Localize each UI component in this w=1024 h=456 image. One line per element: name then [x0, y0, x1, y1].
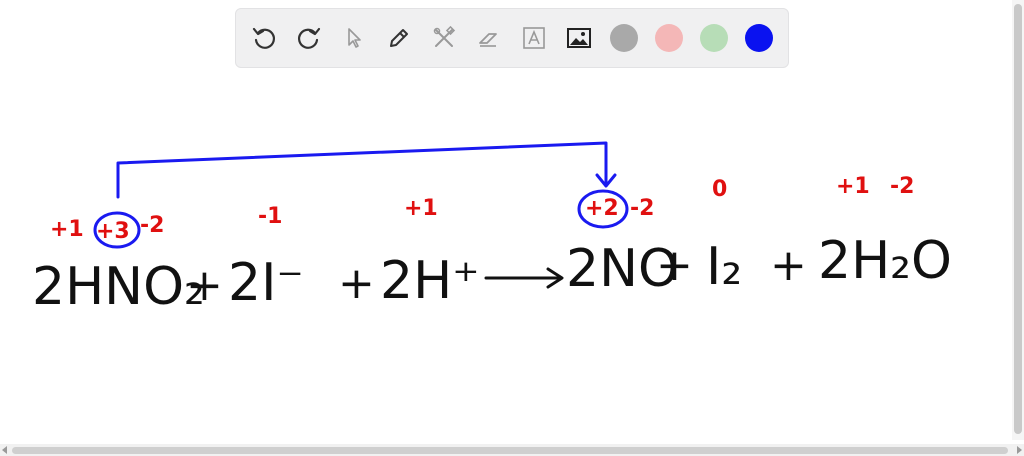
ox-o-water: -2 [890, 174, 914, 199]
reaction-arrow [484, 267, 564, 289]
blue-connector-line [116, 141, 608, 199]
ox-iodide: -1 [258, 204, 282, 229]
ox-iodine: 0 [712, 177, 727, 202]
vertical-scroll-thumb[interactable] [1014, 4, 1022, 434]
reactant-hydrogen-ion: 2H⁺ [380, 251, 480, 311]
ox-h-water: +1 [836, 174, 870, 199]
whiteboard-canvas[interactable]: +1 +3 -2 -1 +1 +2 -2 0 +1 -2 2HNO₂ + 2I⁻… [0, 0, 1024, 456]
plus-sign-2: + [338, 258, 375, 309]
scroll-right-icon[interactable] [1017, 446, 1022, 454]
ox-hydrogen-ion: +1 [404, 196, 438, 221]
scroll-left-icon[interactable] [2, 446, 7, 454]
ox-o-no: -2 [630, 196, 654, 221]
vertical-scrollbar[interactable] [1012, 0, 1024, 440]
horizontal-scrollbar[interactable] [0, 444, 1024, 456]
ox-h-hno2: +1 [50, 217, 84, 242]
plus-sign-1: + [186, 260, 223, 311]
horizontal-scroll-thumb[interactable] [12, 447, 1008, 454]
product-water: 2H₂O [818, 231, 952, 291]
reactant-iodide: 2I⁻ [228, 253, 304, 313]
ox-o-hno2: -2 [140, 213, 164, 238]
ox-n-hno2: +3 [96, 219, 130, 244]
plus-sign-4: + [770, 240, 807, 291]
product-iodine: I₂ [706, 237, 742, 297]
plus-sign-3: + [656, 240, 693, 291]
ox-n-no: +2 [585, 196, 619, 221]
reactant-hno2: 2HNO₂ [32, 257, 205, 317]
